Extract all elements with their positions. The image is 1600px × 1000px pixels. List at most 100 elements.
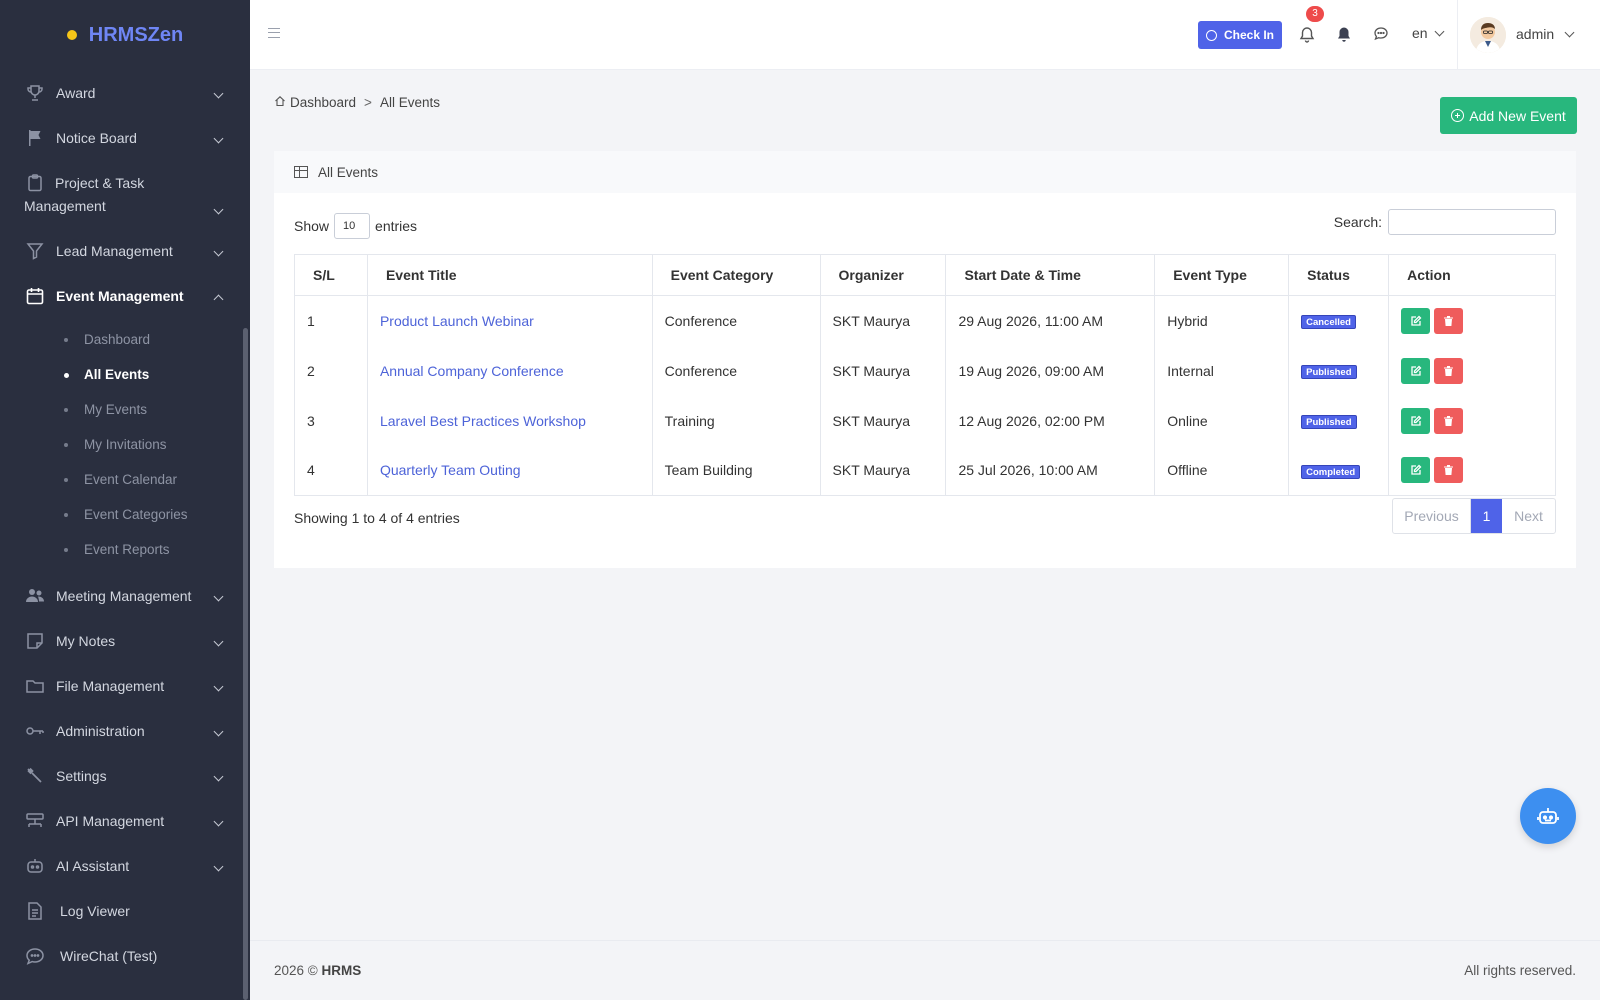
hamburger-menu-icon[interactable] — [268, 28, 280, 38]
ai-chat-button[interactable] — [1520, 788, 1576, 844]
edit-button[interactable] — [1401, 407, 1431, 434]
sidebar-item-wirechat[interactable]: WireChat (Test) — [0, 933, 250, 978]
cell-organizer: SKT Maurya — [819, 445, 947, 496]
sidebar-item-settings[interactable]: Settings — [0, 753, 250, 798]
brand-logo[interactable]: HRMSZen — [0, 0, 250, 70]
pagination-next[interactable]: Next — [1502, 499, 1555, 533]
trash-icon — [1444, 415, 1454, 426]
sidebar-item-label: My Notes — [56, 632, 116, 649]
sidebar-item-notice-board[interactable]: Notice Board — [0, 115, 250, 160]
entries-label: entries — [375, 218, 418, 234]
user-name-label: admin — [1516, 26, 1555, 42]
trash-icon — [1444, 365, 1454, 376]
sidebar-item-api-management[interactable]: API Management — [0, 798, 250, 843]
column-header-event-type[interactable]: Event Type — [1154, 254, 1290, 296]
trash-icon — [1444, 315, 1454, 326]
page-length-select[interactable]: 10 — [334, 213, 371, 239]
check-in-button[interactable]: Check In — [1198, 21, 1282, 49]
column-header-status[interactable]: Status — [1288, 254, 1390, 296]
document-icon — [24, 900, 46, 922]
submenu-item-event-categories[interactable]: Event Categories — [0, 497, 250, 532]
add-new-event-label: Add New Event — [1469, 107, 1566, 124]
cell-event-type: Internal — [1154, 345, 1290, 396]
footer: 2026 © HRMS All rights reserved. — [250, 940, 1600, 1000]
check-in-label: Check In — [1223, 28, 1274, 42]
delete-button[interactable] — [1434, 407, 1464, 434]
chevron-down-icon — [213, 133, 224, 143]
column-header-event-title[interactable]: Event Title — [366, 254, 653, 296]
column-header-event-category[interactable]: Event Category — [651, 254, 821, 296]
submenu-item-my-events[interactable]: My Events — [0, 392, 250, 427]
avatar[interactable] — [1470, 17, 1506, 53]
edit-button[interactable] — [1401, 357, 1431, 384]
status-badge: Cancelled — [1301, 315, 1356, 330]
key-icon — [24, 720, 46, 742]
sidebar-item-label: Settings — [56, 767, 107, 784]
sidebar-item-label: Project & Task — [55, 175, 145, 191]
event-title-link[interactable]: Quarterly Team Outing — [380, 462, 521, 478]
sidebar-scrollbar[interactable] — [243, 328, 248, 1000]
chevron-down-icon — [213, 591, 224, 601]
chat-icon — [24, 945, 46, 967]
search-label: Search: — [1333, 214, 1382, 230]
calendar-icon — [24, 285, 46, 307]
event-title-link[interactable]: Laravel Best Practices Workshop — [380, 413, 586, 429]
submenu-item-event-reports[interactable]: Event Reports — [0, 532, 250, 567]
notification-count-badge: 3 — [1306, 6, 1324, 22]
edit-button[interactable] — [1401, 457, 1431, 484]
wrench-icon — [24, 765, 46, 787]
sidebar-item-project-task[interactable]: Project & Task Management — [0, 160, 250, 228]
pagination-previous[interactable]: Previous — [1393, 499, 1471, 533]
page-length-control: Show 10 entries — [294, 213, 417, 239]
cell-organizer: SKT Maurya — [819, 395, 947, 446]
sidebar-item-meeting-management[interactable]: Meeting Management — [0, 573, 250, 618]
cell-start-date: 12 Aug 2026, 02:00 PM — [945, 395, 1156, 446]
sidebar-item-award[interactable]: Award — [0, 70, 250, 115]
column-header-organizer[interactable]: Organizer — [819, 254, 947, 296]
event-title-link[interactable]: Product Launch Webinar — [380, 313, 534, 329]
column-header-action: Action — [1388, 254, 1556, 296]
footer-brand: HRMS — [321, 963, 362, 978]
table-row: 3 Laravel Best Practices Workshop Traini… — [294, 395, 1556, 446]
topbar: Check In 3 en admin — [250, 0, 1600, 70]
chevron-down-icon — [213, 816, 224, 826]
event-title-link[interactable]: Annual Company Conference — [380, 363, 564, 379]
message-icon[interactable] — [1372, 24, 1390, 44]
cell-event-type: Online — [1154, 395, 1290, 446]
delete-button[interactable] — [1434, 357, 1464, 384]
sidebar-item-administration[interactable]: Administration — [0, 708, 250, 753]
delete-button[interactable] — [1434, 307, 1464, 334]
add-new-event-button[interactable]: Add New Event — [1440, 97, 1577, 134]
language-selector[interactable]: en — [1412, 25, 1445, 41]
sidebar-item-lead-management[interactable]: Lead Management — [0, 228, 250, 273]
sidebar-item-file-management[interactable]: File Management — [0, 663, 250, 708]
filter-icon — [24, 240, 46, 262]
bell-solid-icon[interactable] — [1335, 24, 1353, 44]
submenu-item-event-calendar[interactable]: Event Calendar — [0, 462, 250, 497]
edit-button[interactable] — [1401, 307, 1431, 334]
plus-circle-icon — [1451, 109, 1465, 122]
breadcrumb-current: All Events — [379, 95, 440, 110]
sidebar-item-event-management[interactable]: Event Management — [0, 273, 250, 318]
sidebar-item-ai-assistant[interactable]: AI Assistant — [0, 843, 250, 888]
home-icon — [274, 95, 286, 110]
sidebar-item-log-viewer[interactable]: Log Viewer — [0, 888, 250, 933]
cell-category: Team Building — [651, 445, 821, 496]
column-header-sl[interactable]: S/L — [294, 254, 368, 296]
column-header-start-date-time[interactable]: Start Date & Time — [945, 254, 1156, 296]
pagination-page-current[interactable]: 1 — [1471, 499, 1502, 533]
delete-button[interactable] — [1434, 457, 1464, 484]
clipboard-icon — [24, 172, 46, 194]
bell-outline-icon[interactable] — [1298, 24, 1316, 44]
sidebar-item-my-notes[interactable]: My Notes — [0, 618, 250, 663]
submenu-item-all-events[interactable]: All Events — [0, 357, 250, 392]
breadcrumb-dashboard-link[interactable]: Dashboard — [290, 95, 356, 110]
sidebar-item-label: Log Viewer — [60, 902, 130, 919]
user-menu[interactable]: admin — [1516, 26, 1575, 42]
submenu-item-my-invitations[interactable]: My Invitations — [0, 427, 250, 462]
search-input[interactable] — [1388, 209, 1556, 235]
table-icon — [294, 166, 308, 178]
submenu-item-dashboard[interactable]: Dashboard — [0, 322, 250, 357]
chevron-down-icon — [1434, 26, 1445, 36]
trash-icon — [1444, 465, 1454, 476]
